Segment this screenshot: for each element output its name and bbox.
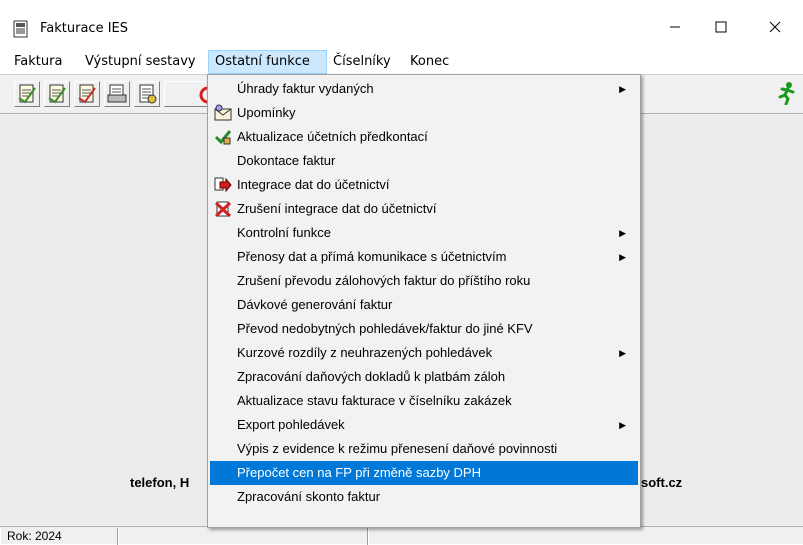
menu-item-aktualizace-stavu[interactable]: Aktualizace stavu fakturace v číselníku … [210,389,638,413]
menu-ciselniky[interactable]: Číselníky [327,50,397,74]
envelope-icon [214,104,232,121]
contact-text-left: telefon, H [130,475,190,490]
invoice-icon [78,84,96,104]
close-icon [769,21,781,33]
toolbar-invoice-button-1[interactable] [14,81,40,107]
menu-item-label: Výpis z evidence k režimu přenesení daňo… [237,441,558,456]
maximize-button[interactable] [698,12,744,42]
status-year: Rok: 2024 [0,528,118,545]
menu-item-zpracovani-danovych[interactable]: Zpracování daňových dokladů k platbám zá… [210,365,638,389]
ostatni-funkce-dropdown: Úhrady faktur vydaných ▶ Upomínky Aktual… [207,74,641,528]
printer-doc-icon [107,84,127,103]
submenu-arrow-icon: ▶ [619,348,626,358]
window-title: Fakturace IES [40,21,129,36]
menu-item-vypis-z-evidence[interactable]: Výpis z evidence k režimu přenesení daňo… [210,437,638,461]
menu-item-kurzove-rozdily[interactable]: Kurzové rozdíly z neuhrazených pohledáve… [210,341,638,365]
status-cell-3 [368,528,803,545]
invoice-icon [18,84,36,104]
app-icon [13,20,28,38]
menu-item-integrace-dat[interactable]: Integrace dat do účetnictví [210,173,638,197]
menu-item-export-pohledavek[interactable]: Export pohledávek ▶ [210,413,638,437]
menu-item-label: Dávkové generování faktur [237,297,393,312]
menu-item-upominky[interactable]: Upomínky [210,101,638,125]
menu-ostatni-funkce[interactable]: Ostatní funkce [208,50,327,74]
toolbar-invoice-button-3[interactable] [74,81,100,107]
menu-item-zruseni-integrace[interactable]: Zrušení integrace dat do účetnictví [210,197,638,221]
menu-item-label: Zpracování skonto faktur [237,489,381,504]
menu-item-label: Zpracování daňových dokladů k platbám zá… [237,369,506,384]
menu-item-label: Zrušení integrace dat do účetnictví [237,201,437,216]
toolbar-invoice-button-2[interactable] [44,81,70,107]
menu-item-label: Aktualizace účetních předkontací [237,129,428,144]
menu-item-prevod-nedobytnych[interactable]: Převod nedobytných pohledávek/faktur do … [210,317,638,341]
menu-item-label: Převod nedobytných pohledávek/faktur do … [237,321,533,336]
menu-item-zpracovani-skonto[interactable]: Zpracování skonto faktur [210,485,638,509]
submenu-arrow-icon: ▶ [619,420,626,430]
menu-item-zruseni-prevodu[interactable]: Zrušení převodu zálohových faktur do pří… [210,269,638,293]
menu-item-label: Aktualizace stavu fakturace v číselníku … [237,393,512,408]
close-button[interactable] [752,12,798,42]
menu-item-kontrolni-funkce[interactable]: Kontrolní funkce ▶ [210,221,638,245]
submenu-arrow-icon: ▶ [619,84,626,94]
menu-item-label: Integrace dat do účetnictví [237,177,390,192]
cross-icon [214,201,232,218]
submenu-arrow-icon: ▶ [619,252,626,262]
menu-item-prenosy-dat[interactable]: Přenosy dat a přímá komunikace s účetnic… [210,245,638,269]
menu-item-davkove-generovani[interactable]: Dávkové generování faktur [210,293,638,317]
toolbar-printer-doc-button[interactable] [104,81,130,107]
arrow-red-icon [214,177,232,193]
menu-item-uhrady-faktur[interactable]: Úhrady faktur vydaných ▶ [210,77,638,101]
menu-vystupni-sestavy[interactable]: Výstupní sestavy [79,50,202,74]
running-man-icon [778,82,795,106]
check-pencil-icon [214,130,232,145]
status-cell-2 [118,528,368,545]
submenu-arrow-icon: ▶ [619,228,626,238]
menu-item-label: Kurzové rozdíly z neuhrazených pohledáve… [237,345,493,360]
menu-item-aktualizace-predkontaci[interactable]: Aktualizace účetních předkontací [210,125,638,149]
list-doc-icon [139,84,157,104]
toolbar-stop-button[interactable] [164,81,209,107]
menu-bar: Faktura Výstupní sestavy Ostatní funkce … [0,50,803,74]
menu-item-label: Export pohledávek [237,417,345,432]
menu-item-label: Přenosy dat a přímá komunikace s účetnic… [237,249,507,264]
menu-item-label: Přepočet cen na FP při změně sazby DPH [237,465,481,480]
contact-text-right: soft.cz [641,475,683,490]
menu-faktura[interactable]: Faktura [8,50,68,74]
minimize-button[interactable] [652,12,698,42]
menu-item-label: Kontrolní funkce [237,225,331,240]
toolbar-list-doc-button[interactable] [134,81,160,107]
title-bar: Fakturace IES [0,0,803,50]
maximize-icon [715,21,727,33]
menu-item-dokontace-faktur[interactable]: Dokontace faktur [210,149,638,173]
menu-item-label: Upomínky [237,105,296,120]
menu-item-label: Zrušení převodu zálohových faktur do pří… [237,273,531,288]
menu-konec[interactable]: Konec [404,50,455,74]
exit-button[interactable] [776,81,800,107]
menu-item-prepocet-cen[interactable]: Přepočet cen na FP při změně sazby DPH [210,461,638,485]
invoice-icon [48,84,66,104]
menu-item-label: Dokontace faktur [237,153,336,168]
status-bar: Rok: 2024 [0,526,803,545]
minimize-icon [670,26,680,28]
menu-item-label: Úhrady faktur vydaných [237,81,374,96]
